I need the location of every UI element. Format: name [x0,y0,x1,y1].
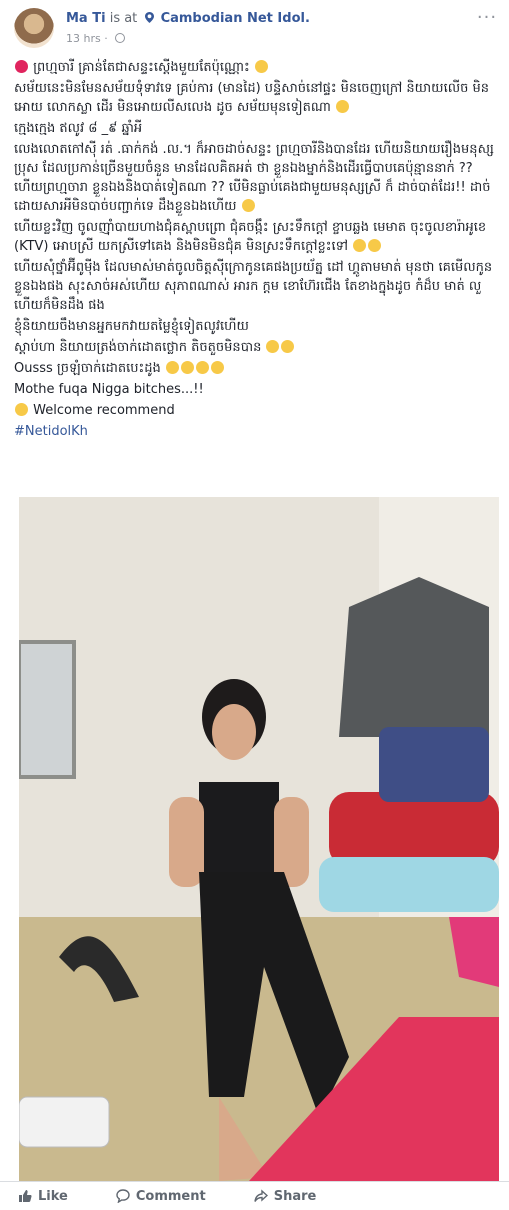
text-line: ហើយសុំថ្នាំអ៊ីពូម៉ីង ដែលមាស់មាត់ចូលចិត្ត… [14,260,493,313]
location-link[interactable]: Cambodian Net Idol. [161,11,310,26]
laughing-emoji [266,340,280,353]
woman-emoji [15,403,28,416]
text-line: ក្មេងក្មេង ឥលូវ ៨ _៩ ឆ្នាំអី [14,121,143,136]
like-button[interactable]: Like [18,1189,68,1204]
room-photo-illustration [19,497,499,1181]
text-line: ស្ដាប់ហា និយាយត្រង់ចាក់ដោតថ្លោក តិចតួចមិ… [14,338,495,357]
laughing-emoji [180,361,194,374]
share-label: Share [273,1188,317,1204]
is-at-text: is at [109,11,138,26]
post-text: ព្រហ្មចារី គ្រាន់តែជាសន្ទះស្ដើងមួយតែប៉ុណ… [14,58,495,443]
text-line: Ousss ច្រឡំចាក់ដោតបេះដូង [14,359,495,378]
comment-icon [116,1189,130,1203]
share-arrow-icon [254,1189,268,1202]
laughing-emoji [281,340,295,353]
text-line: លេងលោតកៅស៊ី រត់ .ធាក់កង់ .ល.។ ក៏អាចដាច់ស… [14,142,494,214]
post-header: Ma Ti is at Cambodian Net Idol. 13 hrs ·… [14,8,499,48]
timestamp[interactable]: 13 hrs [66,32,101,45]
like-label: Like [38,1188,68,1204]
thumbs-up-icon [19,1190,32,1202]
text-line: Welcome recommend [14,401,495,420]
laughing-emoji [210,361,224,374]
tongue-emoji [368,239,382,252]
author-line: Ma Ti is at Cambodian Net Idol. [66,11,310,26]
text-line: សម័យនេះមិនមែនសម័យទុំទាវទេ គ្រប់ការ (មានដ… [14,81,489,115]
rofl-emoji [195,361,209,374]
tongue-emoji [353,239,367,252]
text-line: ហើយខ្លះវិញ ចូលញ៉ាំបាយហាងជុំគស្ពាបព្រោ ជុ… [14,220,487,254]
post-photo[interactable] [19,497,499,1181]
smirk-emoji [335,100,349,113]
avatar[interactable] [14,8,54,48]
audience-separator: · [104,32,112,45]
location-pin-icon [145,12,155,23]
flushed-emoji [241,199,255,212]
facebook-post: Ma Ti is at Cambodian Net Idol. 13 hrs ·… [0,0,509,1209]
thinking-emoji [254,60,268,73]
text-line: Mothe fuqa Nigga bitches...!! [14,382,204,397]
18-plus-emoji [15,60,28,73]
public-globe-icon[interactable] [115,33,126,43]
laughing-emoji [165,361,179,374]
text-line: ខ្ញុំនិយាយចឹងមានអ្នកមកវាយតម្លៃខ្ញុំទៀតលូ… [14,319,249,334]
hashtag-line: #NetidolKh [14,422,495,441]
share-button[interactable]: Share [254,1188,317,1204]
post-meta: 13 hrs · [66,32,126,45]
comment-label: Comment [135,1188,206,1204]
comment-button[interactable]: Comment [116,1189,206,1204]
text-line: ព្រហ្មចារី គ្រាន់តែជាសន្ទះស្ដើងមួយតែប៉ុណ… [14,58,495,77]
author-name[interactable]: Ma Ti [66,11,106,26]
post-actions: Like Comment Share [0,1181,509,1210]
hashtag-link[interactable]: #NetidolKh [14,424,88,439]
more-options-icon[interactable]: ··· [475,9,499,28]
